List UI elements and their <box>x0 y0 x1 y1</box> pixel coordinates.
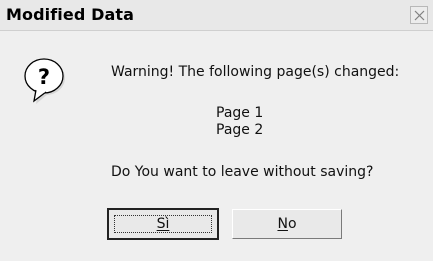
no-label-rest: o <box>287 216 297 232</box>
yes-button[interactable]: Sì <box>107 208 219 240</box>
warning-message: Warning! The following page(s) changed: <box>111 64 400 80</box>
confirm-question: Do You want to leave without saving? <box>111 164 374 180</box>
yes-label-rest: ì <box>165 216 170 232</box>
question-icon: ? <box>24 58 65 104</box>
yes-mnemonic: S <box>156 216 166 232</box>
close-icon <box>414 10 425 21</box>
yes-button-label: Sì <box>157 216 170 232</box>
window-title: Modified Data <box>6 5 134 24</box>
close-button[interactable] <box>410 6 428 24</box>
svg-text:?: ? <box>38 65 50 89</box>
no-button-label: No <box>277 216 296 232</box>
changed-page-item: Page 2 <box>216 122 264 138</box>
title-bar: Modified Data <box>0 0 433 31</box>
changed-page-item: Page 1 <box>216 105 264 121</box>
no-button[interactable]: No <box>232 209 342 239</box>
no-mnemonic: N <box>277 216 288 232</box>
